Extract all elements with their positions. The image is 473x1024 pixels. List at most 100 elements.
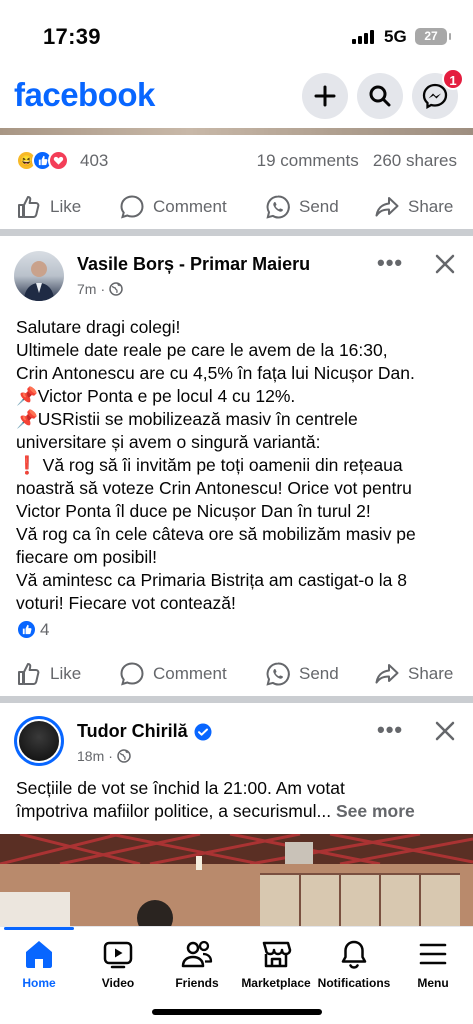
comments-shares[interactable]: 19 comments 260 shares xyxy=(257,151,457,171)
share-button[interactable]: Share xyxy=(374,194,453,220)
messenger-icon xyxy=(422,83,448,109)
tab-label: Video xyxy=(101,976,135,990)
tab-label: Marketplace xyxy=(241,976,311,990)
comment-label: Comment xyxy=(153,664,227,683)
reaction-summary[interactable]: 😆 403 19 comments 260 shares xyxy=(0,140,473,180)
post-line: Ultimele date reale pe care le avem de l… xyxy=(16,340,388,360)
author-name[interactable]: Vasile Borș - Primar Maieru xyxy=(77,254,310,275)
messenger-button[interactable]: 1 xyxy=(412,68,464,119)
post-text: Salutare dragi colegi! Ultimele date rea… xyxy=(16,316,461,615)
more-options-icon[interactable]: ••• xyxy=(377,250,403,276)
messenger-badge: 1 xyxy=(442,68,464,90)
signal-icon xyxy=(352,30,374,44)
send-label: Send xyxy=(299,664,339,683)
send-label: Send xyxy=(299,197,339,216)
video-icon xyxy=(103,941,133,969)
post-line: universitare și avem o singură variantă: xyxy=(16,432,321,452)
close-icon[interactable] xyxy=(434,253,456,275)
plus-icon xyxy=(314,85,336,107)
author-name[interactable]: Tudor Chirilă xyxy=(77,721,188,742)
tab-label: Friends xyxy=(175,976,219,990)
post-time[interactable]: 18m xyxy=(77,748,104,764)
tab-menu[interactable]: Menu xyxy=(393,937,473,990)
post-line-text: împotriva mafiilor politice, a securismu… xyxy=(16,801,332,821)
comment-count[interactable]: 19 comments xyxy=(257,151,359,170)
reaction-summary[interactable]: 4 xyxy=(0,612,473,652)
share-button[interactable]: Share xyxy=(374,661,453,687)
like-icon xyxy=(18,196,40,218)
friends-icon xyxy=(181,940,213,968)
like-label: Like xyxy=(50,197,82,216)
tab-friends[interactable]: Friends xyxy=(157,937,237,990)
comment-button[interactable]: Comment xyxy=(119,661,227,687)
close-icon[interactable] xyxy=(434,720,456,742)
reaction-icons: 😆 xyxy=(16,150,69,171)
post-image-bottom-edge xyxy=(0,128,473,135)
post-meta: 18m · xyxy=(77,748,131,764)
tab-marketplace[interactable]: Marketplace xyxy=(236,937,316,990)
post-line: Crin Antonescu are cu 4,5% în fața lui N… xyxy=(16,363,415,383)
share-label: Share xyxy=(408,664,454,683)
reaction-count: 403 xyxy=(80,151,109,170)
like-button[interactable]: Like xyxy=(16,661,81,687)
post-line: Vă amintesc ca Primaria Bistrița am cast… xyxy=(16,570,407,590)
active-tab-indicator xyxy=(4,927,74,930)
author-avatar[interactable] xyxy=(14,716,64,766)
tab-video[interactable]: Video xyxy=(78,937,158,990)
share-count[interactable]: 260 shares xyxy=(373,151,457,170)
gym-photo xyxy=(0,834,473,926)
tab-label: Notifications xyxy=(317,976,391,990)
search-button[interactable] xyxy=(357,73,403,119)
facebook-logo[interactable]: facebook xyxy=(14,76,155,114)
tab-home[interactable]: Home xyxy=(0,937,79,990)
post-line: Vă rog ca în cele câteva ore să mobiliză… xyxy=(16,524,416,544)
reaction-count: 4 xyxy=(40,620,50,639)
post-photo[interactable] xyxy=(0,834,473,926)
share-icon xyxy=(375,197,399,217)
feed-divider xyxy=(0,229,473,236)
create-button[interactable] xyxy=(302,73,348,119)
home-icon xyxy=(26,941,52,968)
whatsapp-icon xyxy=(266,195,290,219)
comment-button[interactable]: Comment xyxy=(119,194,227,220)
globe-icon xyxy=(109,282,123,296)
share-label: Share xyxy=(408,197,454,216)
post-line: împotriva mafiilor politice, a securismu… xyxy=(16,800,461,823)
post-line: ❗ Vă rog să îi invităm pe toți oamenii d… xyxy=(16,455,403,475)
tab-label: Home xyxy=(22,976,56,990)
send-button[interactable]: Send xyxy=(265,661,339,687)
app-header: facebook 1 xyxy=(0,68,473,128)
love-icon xyxy=(48,150,69,171)
like-icon xyxy=(18,663,40,685)
post-line: Victor Ponta îl duce pe Nicușor Dan în t… xyxy=(16,501,371,521)
comment-icon xyxy=(120,195,144,219)
tab-notifications[interactable]: Notifications xyxy=(314,937,394,990)
like-reaction-icon xyxy=(16,619,37,640)
home-indicator xyxy=(152,1009,322,1015)
comment-label: Comment xyxy=(153,197,227,216)
bell-icon xyxy=(341,940,367,969)
more-options-icon[interactable]: ••• xyxy=(377,717,403,743)
send-button[interactable]: Send xyxy=(265,194,339,220)
see-more-link[interactable]: See more xyxy=(336,801,415,821)
globe-icon xyxy=(117,749,131,763)
avatar-photo xyxy=(24,261,54,301)
status-time: 17:39 xyxy=(43,24,101,49)
post-meta: 7m · xyxy=(77,281,123,297)
whatsapp-icon xyxy=(266,662,290,686)
post-line: 📌Victor Ponta e pe locul 4 cu 12%. xyxy=(16,386,296,406)
avatar-photo xyxy=(17,719,61,763)
like-button[interactable]: Like xyxy=(16,194,81,220)
post-actions: Like Comment Send Share xyxy=(0,651,473,695)
menu-icon xyxy=(419,943,447,965)
post-time[interactable]: 7m xyxy=(77,281,96,297)
author-name-row[interactable]: Tudor Chirilă xyxy=(77,721,212,742)
post-line: fiecare om posibil! xyxy=(16,547,158,567)
share-icon xyxy=(375,664,399,684)
reaction-icons xyxy=(16,619,37,640)
battery-icon: 27 xyxy=(415,28,451,45)
tab-label: Menu xyxy=(417,976,449,990)
author-avatar[interactable] xyxy=(14,251,64,301)
post-text: Secțiile de vot se închid la 21:00. Am v… xyxy=(16,777,461,823)
search-icon xyxy=(369,85,391,107)
